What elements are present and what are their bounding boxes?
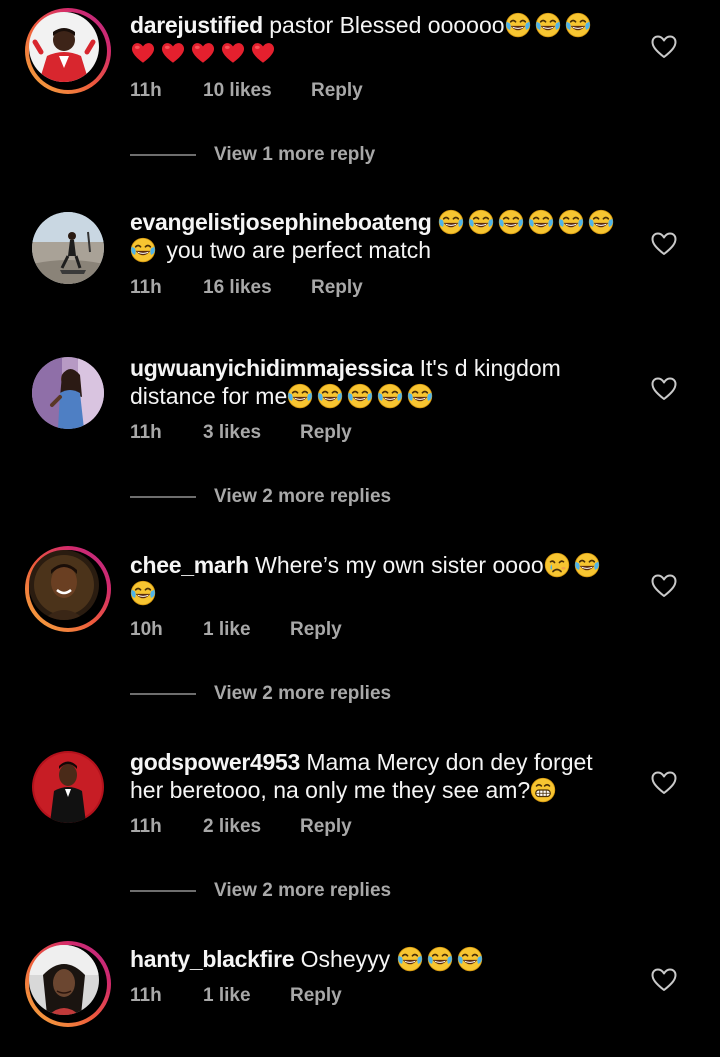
username[interactable]: chee_marh: [130, 552, 249, 578]
joy-emoji: [468, 209, 494, 235]
red-heart-emoji: [160, 40, 186, 66]
grinning-emoji: [530, 777, 556, 803]
avatar[interactable]: [29, 945, 99, 1015]
username[interactable]: ugwuanyichidimmajessica: [130, 355, 414, 381]
reply-button[interactable]: Reply: [290, 618, 342, 642]
comment-body: Osheyyy: [300, 946, 391, 972]
crying-emoji: [544, 552, 570, 578]
comment-time: 11h: [130, 985, 162, 1006]
joy-emoji: [558, 209, 584, 235]
joy-emoji: [574, 552, 600, 578]
comment-body: Mama Mercy don dey forget: [306, 749, 593, 775]
comment-body: It's d kingdom: [419, 355, 561, 381]
comment-text: evangelistjosephineboateng you two are p…: [130, 208, 625, 264]
reply-button[interactable]: Reply: [300, 421, 352, 445]
comment-body: her beretooo, na only me they see am?: [130, 777, 531, 803]
divider: [130, 154, 196, 156]
view-replies-label[interactable]: View 2 more replies: [214, 879, 391, 903]
divider: [130, 693, 196, 695]
joy-emoji: [528, 209, 554, 235]
reply-button[interactable]: Reply: [300, 815, 352, 839]
joy-emoji: [427, 946, 453, 972]
heart-outline-icon[interactable]: [651, 968, 677, 992]
comment-text: darejustified pastor Blessed oooooo: [130, 11, 625, 67]
joy-emoji: [438, 209, 464, 235]
view-replies-label[interactable]: View 2 more replies: [214, 682, 391, 706]
joy-emoji: [130, 580, 156, 606]
joy-emoji: [130, 237, 156, 263]
joy-emoji: [377, 383, 403, 409]
heart-outline-icon[interactable]: [651, 574, 677, 598]
heart-outline-icon[interactable]: [651, 377, 677, 401]
comment-body: you two are perfect match: [166, 237, 432, 263]
comment-time: 11h: [130, 816, 162, 837]
joy-emoji: [407, 383, 433, 409]
like-count[interactable]: 1 like: [203, 618, 251, 642]
joy-emoji: [457, 946, 483, 972]
avatar[interactable]: [29, 12, 99, 82]
comment-time: 10h: [130, 619, 163, 640]
red-heart-emoji: [130, 40, 156, 66]
view-replies-label[interactable]: View 2 more replies: [214, 485, 391, 509]
joy-emoji: [588, 209, 614, 235]
like-count[interactable]: 3 likes: [203, 421, 261, 445]
like-count[interactable]: 10 likes: [203, 79, 272, 103]
joy-emoji: [505, 12, 531, 38]
comment-body: distance for me: [130, 383, 288, 409]
joy-emoji: [535, 12, 561, 38]
joy-emoji: [287, 383, 313, 409]
username[interactable]: godspower4953: [130, 749, 300, 775]
joy-emoji: [317, 383, 343, 409]
like-count[interactable]: 1 like: [203, 984, 251, 1008]
story-ring[interactable]: [25, 8, 111, 94]
story-ring[interactable]: [25, 941, 111, 1027]
divider: [130, 890, 196, 892]
username[interactable]: hanty_blackfire: [130, 946, 295, 972]
comment-body: Where’s my own sister oooo: [255, 552, 544, 578]
red-heart-emoji: [220, 40, 246, 66]
like-count[interactable]: 2 likes: [203, 815, 261, 839]
heart-outline-icon[interactable]: [651, 771, 677, 795]
view-replies-label[interactable]: View 1 more reply: [214, 143, 375, 167]
red-heart-emoji: [190, 40, 216, 66]
divider: [130, 496, 196, 498]
comment-time: 11h: [130, 80, 162, 101]
comment-text: godspower4953 Mama Mercy don dey forget …: [130, 748, 625, 804]
avatar[interactable]: [32, 357, 104, 429]
like-count[interactable]: 16 likes: [203, 276, 272, 300]
comment-text: hanty_blackfire Osheyyy: [130, 945, 625, 973]
heart-outline-icon[interactable]: [651, 35, 677, 59]
username[interactable]: darejustified: [130, 12, 263, 38]
reply-button[interactable]: Reply: [311, 276, 363, 300]
comment-text: chee_marh Where’s my own sister oooo: [130, 551, 625, 607]
comment-time: 11h: [130, 277, 162, 298]
reply-button[interactable]: Reply: [290, 984, 342, 1008]
joy-emoji: [565, 12, 591, 38]
avatar[interactable]: [32, 212, 104, 284]
username[interactable]: evangelistjosephineboateng: [130, 209, 432, 235]
comment-time: 11h: [130, 422, 162, 443]
comment-text: ugwuanyichidimmajessica It's d kingdom d…: [130, 354, 625, 410]
joy-emoji: [498, 209, 524, 235]
comment-body: pastor Blessed oooooo: [269, 12, 505, 38]
story-ring[interactable]: [25, 546, 111, 632]
heart-outline-icon[interactable]: [651, 232, 677, 256]
joy-emoji: [397, 946, 423, 972]
joy-emoji: [347, 383, 373, 409]
avatar[interactable]: [32, 751, 104, 823]
reply-button[interactable]: Reply: [311, 79, 363, 103]
red-heart-emoji: [250, 40, 276, 66]
avatar[interactable]: [29, 550, 99, 620]
